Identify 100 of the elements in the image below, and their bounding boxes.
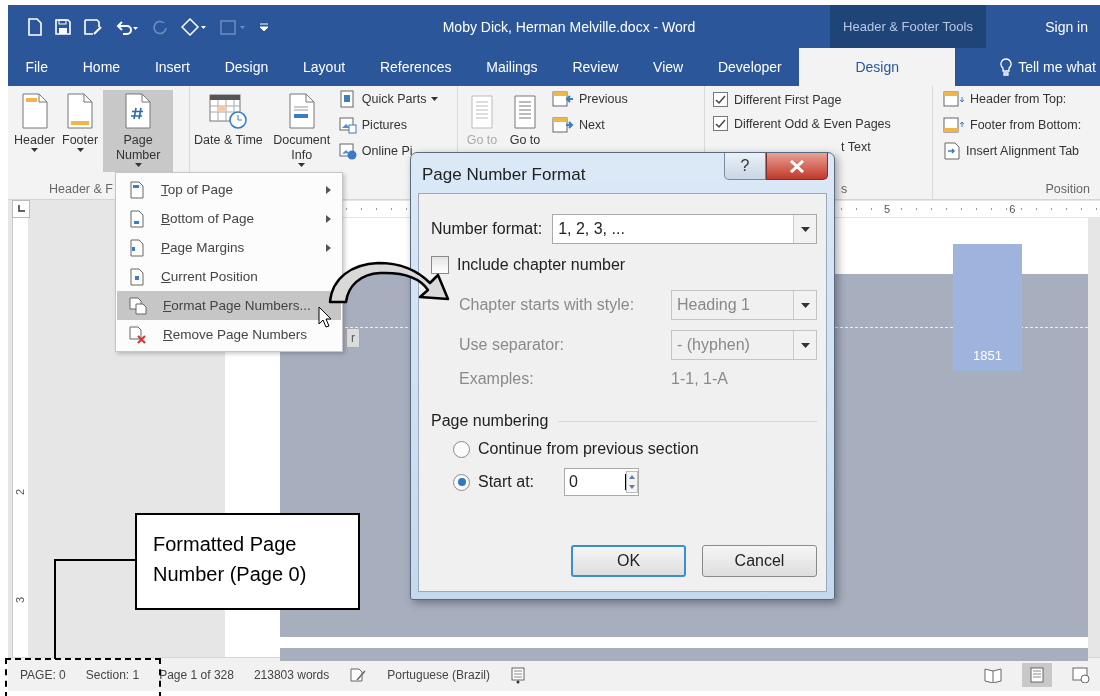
tab-stop-icon bbox=[17, 205, 25, 213]
print-layout-icon[interactable] bbox=[1028, 666, 1046, 683]
ribbon-button[interactable]: Header from Top: bbox=[943, 90, 1082, 108]
ribbon-tab[interactable]: Layout bbox=[285, 48, 363, 86]
ribbon-tab[interactable]: Insert bbox=[137, 48, 208, 86]
quick-parts-icon bbox=[338, 90, 357, 108]
ribbon-checkbox[interactable]: Different Odd & Even Pages bbox=[713, 116, 891, 131]
ribbon-tab[interactable]: References bbox=[362, 48, 469, 86]
ribbon-button[interactable]: Header bbox=[12, 90, 57, 172]
page-position-icon bbox=[129, 267, 145, 286]
checkbox-label: Include chapter number bbox=[457, 256, 626, 274]
checkbox[interactable] bbox=[713, 92, 728, 107]
radio-button[interactable] bbox=[453, 473, 470, 491]
read-mode-icon[interactable] bbox=[984, 666, 1002, 683]
callout-text: Formatted Page Number (Page 0) bbox=[153, 533, 307, 585]
macro-record-icon bbox=[510, 665, 526, 684]
group-label: Position bbox=[1045, 182, 1090, 196]
menu-item[interactable]: Bottom of Page bbox=[117, 204, 341, 233]
window-title: Moby Dick, Herman Melville.docx - Word bbox=[442, 18, 696, 35]
ruler-number: 6 bbox=[1007, 203, 1018, 215]
field-label: Number format: bbox=[431, 220, 543, 238]
dropdown-arrow-icon bbox=[800, 302, 810, 308]
ribbon-button[interactable]: Footer from Bottom: bbox=[943, 116, 1082, 134]
ribbon-checkbox-label: t Text bbox=[841, 140, 871, 154]
ribbon-button[interactable]: Date & Time bbox=[192, 90, 265, 151]
ribbon-button[interactable]: Next bbox=[552, 116, 628, 134]
ribbon-button[interactable]: Previous bbox=[552, 90, 628, 108]
ribbon-button[interactable]: Insert Alignment Tab bbox=[943, 142, 1082, 160]
header-tag: r bbox=[346, 328, 360, 348]
dropdown-arrow-icon bbox=[800, 342, 810, 348]
ribbon-button[interactable]: Pictures bbox=[338, 116, 439, 134]
checkbox[interactable] bbox=[431, 256, 449, 274]
calendar-clock-icon bbox=[208, 92, 249, 130]
save-edit-icon[interactable] bbox=[84, 18, 102, 35]
header-position-icon bbox=[943, 90, 965, 108]
field-label: Chapter starts with style: bbox=[459, 296, 636, 314]
web-layout-icon[interactable] bbox=[1072, 666, 1090, 683]
menu-item[interactable]: Format Page Numbers... bbox=[117, 291, 341, 320]
field-label: Examples: bbox=[459, 370, 535, 388]
menu-item[interactable]: Top of Page bbox=[117, 175, 341, 204]
status-text[interactable]: Portuguese (Brazil) bbox=[387, 667, 490, 682]
ribbon-button[interactable]: Document Info bbox=[264, 90, 339, 170]
view-button[interactable] bbox=[1022, 662, 1052, 687]
page-margin-icon bbox=[129, 238, 145, 257]
close-button[interactable] bbox=[766, 153, 828, 180]
field-label: Use separator: bbox=[459, 336, 565, 354]
dialog-button[interactable]: OK bbox=[571, 545, 686, 577]
menu-item[interactable]: Current Position bbox=[117, 262, 341, 291]
ribbon-tab[interactable]: Mailings bbox=[468, 48, 555, 86]
ribbon-button[interactable]: Online Pi bbox=[338, 142, 439, 160]
help-button[interactable]: ? bbox=[724, 153, 766, 180]
ribbon-button[interactable]: Go to bbox=[505, 90, 545, 151]
ribbon-tab[interactable]: Design bbox=[799, 48, 956, 86]
new-document-icon[interactable] bbox=[28, 17, 42, 36]
previous-section-icon bbox=[552, 90, 574, 108]
save-icon[interactable] bbox=[55, 18, 71, 35]
dialog-title: Page Number Format bbox=[422, 165, 587, 185]
checkmark-icon bbox=[715, 94, 726, 105]
start-at-field[interactable]: 0 bbox=[564, 468, 640, 496]
lightbulb-icon bbox=[1000, 58, 1013, 76]
online-picture-icon bbox=[338, 142, 357, 160]
customize-toolbar-icon[interactable] bbox=[259, 20, 269, 33]
undo-icon[interactable] bbox=[115, 18, 139, 35]
ribbon-button[interactable]: Page Number bbox=[103, 90, 174, 172]
radio-button[interactable] bbox=[453, 440, 470, 458]
ribbon-tab[interactable]: Review bbox=[555, 48, 636, 86]
section-heading: Page numbering bbox=[431, 412, 549, 430]
ribbon-tab[interactable]: Design bbox=[207, 48, 286, 86]
sign-in-link[interactable]: Sign in bbox=[1045, 18, 1088, 35]
tab-stop-selector[interactable] bbox=[12, 200, 30, 218]
contextual-tools-label: Header & Footer Tools bbox=[830, 5, 986, 48]
menu-item[interactable]: Page Margins bbox=[117, 233, 341, 262]
spin-arrows-icon bbox=[626, 471, 639, 493]
status-text[interactable]: PAGE: 0 bbox=[20, 667, 66, 682]
tell-me-search[interactable]: Tell me what bbox=[1000, 48, 1100, 86]
ribbon-tab[interactable]: Developer bbox=[700, 48, 800, 86]
checkbox[interactable] bbox=[713, 116, 728, 131]
radio-label: Start at: bbox=[478, 473, 535, 491]
dialog-button[interactable]: Cancel bbox=[702, 545, 817, 577]
footer-position-icon bbox=[943, 116, 965, 134]
picture-icon bbox=[338, 116, 357, 134]
status-text[interactable]: 213803 words bbox=[253, 667, 330, 682]
proofing-icon bbox=[349, 666, 368, 683]
dropdown-arrow-icon bbox=[800, 226, 810, 232]
remove-page-number-icon bbox=[129, 325, 147, 344]
ribbon-tab[interactable]: Home bbox=[65, 48, 138, 86]
ribbon-button[interactable]: Quick Parts bbox=[338, 90, 439, 108]
page-bottom-icon bbox=[129, 209, 145, 228]
ribbon-tab[interactable]: File bbox=[8, 48, 66, 86]
block-text: 1851 bbox=[973, 348, 1002, 363]
ruler-number: 3 bbox=[14, 596, 27, 604]
number-format-dropdown[interactable]: 1, 2, 3, ... bbox=[552, 214, 817, 244]
status-text[interactable]: Section: 1 bbox=[85, 667, 140, 682]
ribbon-button[interactable]: Footer bbox=[60, 90, 101, 172]
menu-item[interactable]: Remove Page Numbers bbox=[117, 320, 341, 349]
alignment-tab-icon bbox=[943, 142, 961, 160]
mouse-cursor-icon bbox=[318, 306, 332, 328]
ribbon-tab[interactable]: View bbox=[635, 48, 701, 86]
page-top-icon bbox=[129, 180, 145, 199]
ribbon-checkbox[interactable]: Different First Page bbox=[713, 92, 891, 107]
